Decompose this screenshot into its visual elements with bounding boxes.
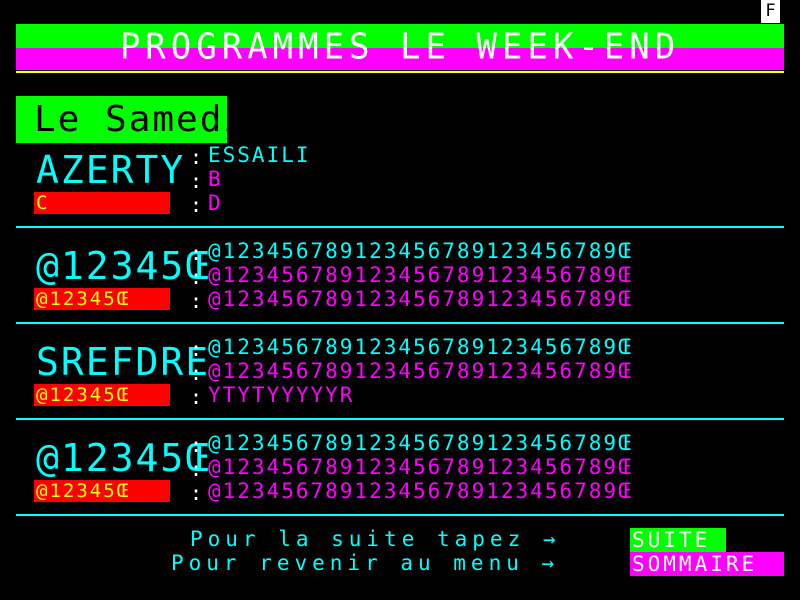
separator [16,322,784,324]
colon: : [190,145,203,169]
block-2-line-2: @123456789123456789123456789Œ [208,263,633,287]
title-underline [16,71,784,73]
colon: : [190,457,203,481]
block-4-line-3: @123456789123456789123456789Œ [208,479,633,503]
separator [16,418,784,420]
block-3-line-1: @123456789123456789123456789Œ [208,335,633,359]
colon: : [190,337,203,361]
colon: : [190,289,203,313]
footer-menu-text: Pour revenir au menu → [171,551,560,575]
block-3-line-2: @123456789123456789123456789Œ [208,359,633,383]
block-1-tag-box [34,192,170,214]
separator [16,226,784,228]
block-4-line-1: @123456789123456789123456789Œ [208,431,633,455]
suite-button[interactable]: SUITE [630,528,726,552]
separator [16,514,784,516]
colon: : [190,433,203,457]
block-2-line-1: @123456789123456789123456789Œ [208,239,633,263]
block-1-line-3: D [208,191,223,215]
colon: : [190,169,203,193]
page-title: PROGRAMMES LE WEEK-END [119,26,681,68]
block-1-line-2: B [208,167,223,191]
teletext-screen: F PROGRAMMES LE WEEK-END Le Samedi AZERT… [16,0,784,600]
block-4-name: @12345Œ [36,436,211,480]
colon: : [190,265,203,289]
block-1-line-1: ESSAILI [208,143,311,167]
block-2-tag: @12345Œ [36,288,131,310]
block-1-tag: C [36,192,50,214]
block-3-name: SREFDRE [36,340,211,384]
block-3-line-3: YTYTYYYYYR [208,383,355,407]
sommaire-button[interactable]: SOMMAIRE [630,552,784,576]
block-4-tag: @12345Œ [36,480,131,502]
colon: : [190,385,203,409]
colon: : [190,193,203,217]
block-3-tag: @12345Œ [36,384,131,406]
colon: : [190,241,203,265]
colon: : [190,481,203,505]
block-4-line-2: @123456789123456789123456789Œ [208,455,633,479]
page-badge: F [761,0,780,23]
footer-suite-text: Pour la suite tapez → [190,527,561,551]
day-label: Le Samedi [34,99,248,140]
colon: : [190,361,203,385]
block-2-line-3: @123456789123456789123456789Œ [208,287,633,311]
block-1-name: AZERTY [36,148,186,192]
block-2-name: @12345Œ [36,244,211,288]
